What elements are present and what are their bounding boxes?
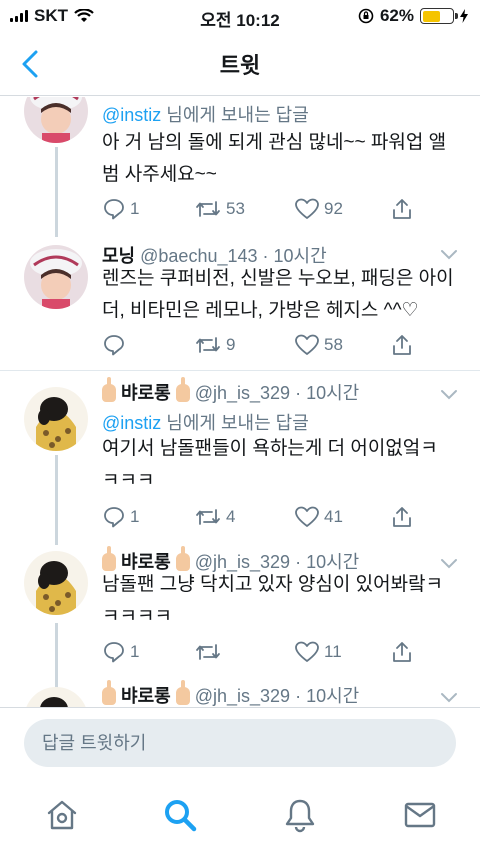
chevron-down-icon[interactable] bbox=[440, 692, 458, 704]
page-title: 트윗 bbox=[219, 53, 261, 78]
share-button[interactable] bbox=[390, 195, 414, 223]
share-icon bbox=[393, 199, 411, 219]
handle: @jh_is_329 bbox=[194, 383, 291, 403]
hand-emoji-icon bbox=[102, 377, 116, 402]
messages-icon[interactable] bbox=[402, 797, 438, 833]
hand-emoji-icon bbox=[175, 680, 190, 705]
share-icon bbox=[393, 335, 411, 355]
tweet-text: 여기서 남돌팬들이 욕하는게 더 어이없엌ㅋㅋㅋㅋ bbox=[102, 438, 438, 491]
reply-count: 1 bbox=[130, 199, 140, 218]
retweet-button[interactable]: 4 bbox=[194, 503, 235, 531]
retweet-button[interactable] bbox=[194, 638, 226, 666]
tweet-actions: 1 53 92 bbox=[102, 195, 422, 223]
retweet-button[interactable]: 53 bbox=[194, 195, 245, 223]
like-button[interactable]: 58 bbox=[294, 331, 343, 359]
chevron-down-icon[interactable] bbox=[440, 249, 458, 261]
avatar[interactable] bbox=[24, 687, 88, 707]
tweet[interactable]: 모닝 @baechu_143 · 10시간 렌즈는 쿠퍼비전, 신발은 누오보,… bbox=[0, 237, 480, 365]
heart-icon bbox=[295, 506, 319, 527]
reply-button[interactable]: 1 bbox=[102, 195, 139, 223]
thread-line bbox=[55, 455, 58, 545]
reply-count: 1 bbox=[130, 642, 140, 661]
reply-input[interactable] bbox=[24, 719, 456, 767]
mention-link[interactable]: @instiz bbox=[102, 105, 161, 125]
retweet-count: 4 bbox=[226, 507, 236, 526]
retweet-count: 9 bbox=[226, 335, 236, 354]
tweet-text: 남돌팬 그냥 닥치고 있자 양심이 있어봐랔ㅋㅋㅋㅋㅋ bbox=[102, 574, 444, 627]
avatar[interactable] bbox=[24, 97, 88, 143]
navigation-bar: 트윗 bbox=[0, 34, 480, 96]
like-count: 41 bbox=[324, 507, 343, 526]
timestamp: · 10시간 bbox=[290, 383, 360, 403]
like-count: 58 bbox=[324, 335, 343, 354]
tweet[interactable]: 뱌로롱 @jh_is_329 · 10시간 @instiz 님에게 보내는 답글… bbox=[0, 377, 480, 547]
hand-emoji-icon bbox=[102, 680, 116, 705]
reply-button[interactable]: 1 bbox=[102, 503, 139, 531]
tweet[interactable]: @instiz 님에게 보내는 답글 아 거 남의 돌에 되게 관심 많네~~ … bbox=[0, 97, 480, 237]
home-icon[interactable] bbox=[44, 797, 80, 833]
reply-to-label: @instiz 님에게 보내는 답글 bbox=[102, 105, 309, 125]
tweet-author[interactable]: 뱌로롱 @jh_is_329 · 10시간 bbox=[102, 377, 360, 405]
tab-bar bbox=[0, 777, 480, 852]
tweet-actions: 9 58 bbox=[102, 331, 422, 359]
notifications-icon[interactable] bbox=[282, 797, 318, 833]
tweet[interactable]: 뱌로롱 @jh_is_329 · 10시간 남돌팬 그냥 닥치고 있자 양심이 … bbox=[0, 545, 480, 707]
display-name: 뱌로롱 bbox=[121, 686, 171, 706]
tweet-text: 렌즈는 쿠퍼비전, 신발은 누오보, 패딩은 아이더, 비타민은 레모나, 가방… bbox=[102, 268, 454, 321]
like-button[interactable]: 92 bbox=[294, 195, 343, 223]
avatar[interactable] bbox=[24, 387, 88, 451]
avatar[interactable] bbox=[24, 551, 88, 615]
status-bar: SKT 오전 10:12 62% bbox=[0, 0, 480, 34]
reply-composer bbox=[0, 707, 480, 777]
like-count: 11 bbox=[324, 642, 342, 661]
tweet-thread[interactable]: @instiz 님에게 보내는 답글 아 거 남의 돌에 되게 관심 많네~~ … bbox=[0, 97, 480, 707]
tweet-author[interactable]: 뱌로롱 @jh_is_329 · 10시간 bbox=[102, 680, 360, 707]
handle: @jh_is_329 bbox=[194, 686, 291, 706]
avatar[interactable] bbox=[24, 245, 88, 309]
tweet-text: 아 거 남의 돌에 되게 관심 많네~~ 파워업 앨범 사주세요~~ bbox=[102, 132, 447, 185]
retweet-button[interactable]: 9 bbox=[194, 331, 235, 359]
heart-icon bbox=[295, 198, 319, 219]
battery-percent: 62% bbox=[379, 6, 414, 25]
share-button[interactable] bbox=[390, 331, 414, 359]
retweet-icon bbox=[196, 201, 220, 217]
retweet-icon bbox=[196, 644, 220, 660]
tweet[interactable]: 뱌로롱 @jh_is_329 · 10시간 bbox=[0, 679, 480, 707]
heart-icon bbox=[295, 641, 319, 662]
reply-icon bbox=[104, 507, 124, 528]
retweet-icon bbox=[196, 509, 220, 525]
charging-icon bbox=[460, 9, 468, 23]
chevron-down-icon[interactable] bbox=[440, 389, 458, 401]
like-button[interactable]: 41 bbox=[294, 503, 343, 531]
reply-button[interactable] bbox=[102, 331, 130, 359]
heart-icon bbox=[295, 334, 319, 355]
share-button[interactable] bbox=[390, 503, 414, 531]
reply-icon bbox=[104, 642, 124, 663]
thread-line bbox=[55, 147, 58, 237]
reply-icon bbox=[104, 199, 124, 220]
like-count: 92 bbox=[324, 199, 343, 218]
share-icon bbox=[393, 507, 411, 527]
retweet-icon bbox=[196, 337, 220, 353]
mention-link[interactable]: @instiz bbox=[102, 413, 161, 433]
share-icon bbox=[393, 642, 411, 662]
tweet-actions: 1 4 41 bbox=[102, 503, 422, 531]
reply-icon bbox=[104, 335, 124, 356]
hand-emoji-icon bbox=[175, 377, 190, 402]
rotation-lock-icon bbox=[358, 8, 374, 24]
divider bbox=[0, 370, 480, 371]
display-name: 뱌로롱 bbox=[121, 383, 171, 403]
battery-icon bbox=[420, 8, 458, 24]
search-icon[interactable] bbox=[162, 797, 198, 833]
share-button[interactable] bbox=[390, 638, 414, 666]
like-button[interactable]: 11 bbox=[294, 638, 342, 666]
reply-count: 1 bbox=[130, 507, 140, 526]
reply-to-label: @instiz 님에게 보내는 답글 bbox=[102, 413, 309, 433]
timestamp: · 10시간 bbox=[290, 686, 360, 706]
retweet-count: 53 bbox=[226, 199, 245, 218]
tweet-actions: 1 11 bbox=[102, 638, 422, 666]
reply-button[interactable]: 1 bbox=[102, 638, 139, 666]
